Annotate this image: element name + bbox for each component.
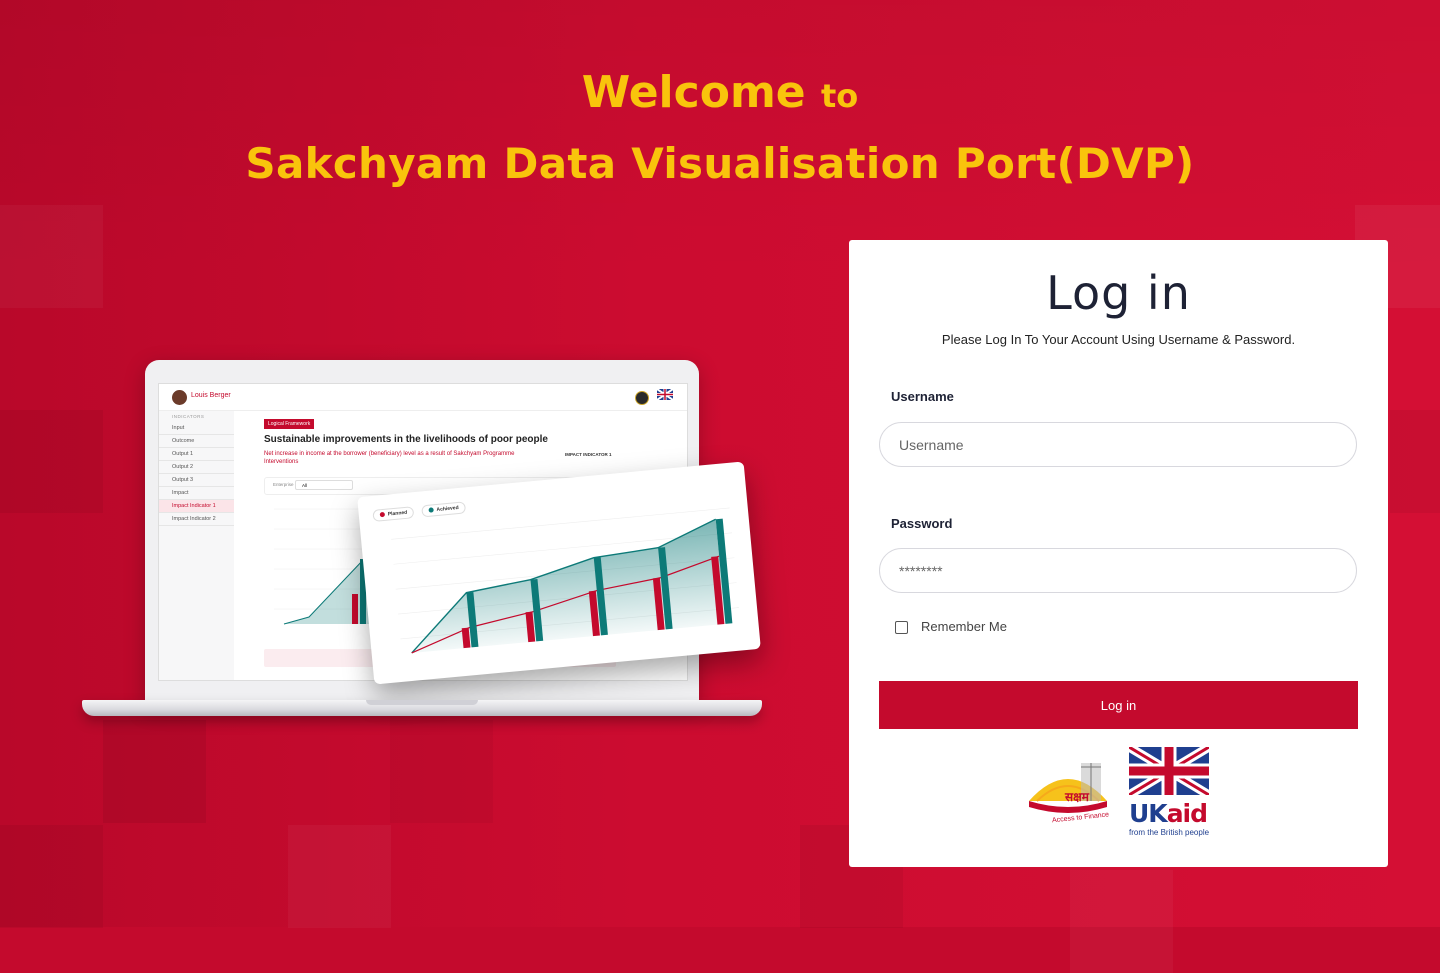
mockup-front-chart [391,507,739,654]
mockup-sidebar-item: Output 2 [159,461,234,474]
login-panel: Log in Please Log In To Your Account Usi… [849,240,1388,867]
mockup-sidebar-item: Outcome [159,435,234,448]
password-input[interactable] [879,548,1357,593]
uk-flag-icon [1126,743,1212,799]
mockup-sidebar-item: Input [159,422,234,435]
welcome-heading: Welcome to Sakchyam Data Visualisation P… [0,60,1440,199]
partner-logos: सक्षम Access to Finance UKaid from the B… [1025,743,1215,837]
login-title: Log in [1046,266,1191,320]
mockup-filter-label: Enterprise [273,482,294,487]
welcome-text: Welcome [581,67,806,118]
username-input[interactable] [879,422,1357,467]
mockup-sidebar-item: Impact [159,487,234,500]
ukaid-logo: UKaid from the British people [1126,743,1212,837]
ukaid-aid: aid [1166,799,1208,828]
ukaid-tagline: from the British people [1129,828,1210,837]
mockup-avatar [172,390,187,405]
sakchyam-tagline: Access to Finance [1052,811,1110,824]
mockup-sidebar-item: Output 1 [159,448,234,461]
remember-me-checkbox[interactable] [895,621,908,635]
portal-name: Sakchyam Data Visualisation Port(DVP) [245,139,1195,188]
password-label: Password [891,516,953,531]
mockup-chart-card: Planned Achieved [357,461,761,685]
sakchyam-script: सक्षम [1064,790,1090,804]
mockup-sidebar-item: INDICATORS [172,414,205,419]
mockup-filter-value: All [295,480,353,490]
mockup-tag: Logical Framework [264,419,315,429]
login-subtitle: Please Log In To Your Account Using User… [941,332,1296,347]
welcome-to: to [820,77,859,115]
laptop-illustration: Louis Berger INDICATORS Input Outcome Ou… [82,360,762,720]
laptop-notch [366,700,478,705]
ukaid-wordmark: UKaid [1129,800,1211,828]
welcome-line: Welcome to [0,60,1440,129]
login-button[interactable]: Log in [879,681,1358,729]
mockup-sidebar: INDICATORS Input Outcome Output 1 Output… [159,411,234,680]
mockup-title: Sustainable improvements in the liveliho… [264,434,548,445]
mockup-brand: Louis Berger [191,392,231,399]
remember-me[interactable]: Remember Me [895,619,1007,635]
ukaid-uk: UK [1129,799,1168,828]
mockup-sidebar-item: Impact Indicator 1 [159,500,234,513]
sakchyam-logo: सक्षम Access to Finance [1029,763,1110,824]
mockup-seal-icon [635,391,649,405]
mockup-indicator: IMPACT INDICATOR 1 [565,452,612,457]
mockup-sidebar-item: Output 3 [159,474,234,487]
mockup-subtitle: Net increase in income at the borrower (… [264,451,515,465]
mockup-topbar: Louis Berger [159,384,687,411]
username-label: Username [891,389,954,404]
remember-me-label: Remember Me [921,619,1007,634]
mockup-flag-icon [657,389,673,400]
mockup-sidebar-item: Impact Indicator 2 [159,513,234,526]
